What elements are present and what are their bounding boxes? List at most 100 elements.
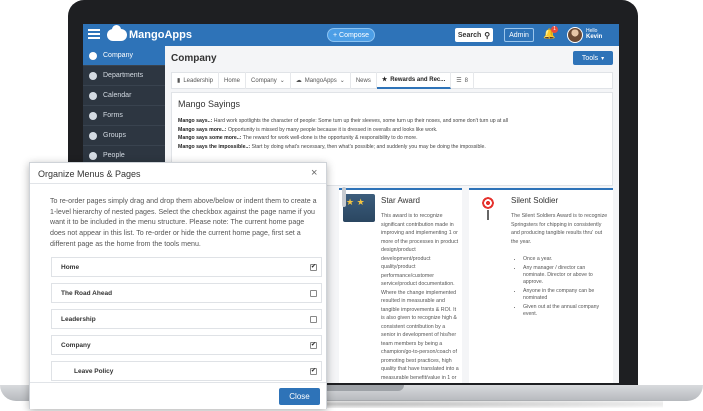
award-name: Star Award: [381, 196, 420, 205]
menu-row-label: Company: [61, 342, 91, 349]
search-icon: ⚲: [484, 30, 491, 40]
tools-button[interactable]: Tools ▾: [573, 51, 613, 65]
tab-label: News: [355, 77, 371, 84]
admin-button[interactable]: Admin: [504, 28, 534, 42]
logo-text: MangoApps: [129, 29, 192, 41]
target-icon: [473, 194, 505, 222]
tab-label: 8: [464, 77, 468, 84]
sidebar-item-company[interactable]: Company: [83, 46, 165, 66]
list-item: Given out at the annual company event.: [523, 304, 609, 318]
people-icon: [89, 151, 97, 160]
menu-row-road-ahead[interactable]: The Road Ahead: [51, 283, 322, 303]
include-checkbox[interactable]: ✔: [310, 368, 317, 375]
user-greeting[interactable]: Hello Kevin: [586, 28, 602, 40]
organize-menus-dialog: Organize Menus & Pages × To re-order pag…: [29, 162, 346, 409]
sidebar-item-calendar[interactable]: Calendar: [83, 86, 165, 106]
notification-badge: 1: [551, 26, 558, 33]
sidebar-item-groups[interactable]: Groups: [83, 126, 165, 146]
list-icon: ☰: [456, 78, 462, 84]
menu-row-leadership[interactable]: Leadership: [51, 309, 322, 329]
menu-row-label: The Road Ahead: [61, 290, 113, 297]
chevron-down-icon: ▾: [601, 55, 605, 62]
tab-label: Rewards and Rec...: [390, 76, 446, 83]
globe-icon: [89, 51, 97, 60]
tools-label: Tools: [581, 54, 599, 62]
tab-rewards[interactable]: ★ Rewards and Rec...: [376, 72, 452, 89]
saying-lead: Mango says more..:: [178, 126, 227, 133]
award-name: Silent Soldier: [511, 196, 559, 205]
sidebar-item-label: Groups: [103, 132, 126, 139]
groups-icon: [89, 131, 97, 140]
star-award-card: Star Award This award is to recognize si…: [339, 188, 462, 383]
tab-company[interactable]: Company ⌄: [246, 72, 291, 89]
award-criteria-list: Once a year. Any manager / director can …: [517, 256, 609, 320]
page-title: Company: [171, 53, 217, 64]
dialog-footer: Close: [30, 382, 326, 409]
trophy-icon: [343, 194, 375, 222]
saying-lead: Mango says some more..:: [178, 135, 242, 142]
menu-row-leave-policy[interactable]: Leave Policy ✔: [51, 361, 322, 381]
panel-title: Mango Sayings: [178, 99, 241, 109]
calendar-icon: [89, 91, 97, 100]
sidebar-item-forms[interactable]: Forms: [83, 106, 165, 126]
tab-more[interactable]: ☰ 8: [451, 72, 474, 89]
close-button[interactable]: Close: [279, 388, 320, 405]
tab-label: MangoApps: [304, 77, 337, 84]
list-item: Once a year.: [523, 256, 609, 263]
star-icon: ★: [381, 77, 388, 83]
search-label: Search: [457, 31, 482, 39]
departments-icon: [89, 71, 97, 80]
award-description: The Silent Soldiers Award is to recogniz…: [511, 213, 608, 245]
chevron-down-icon: ⌄: [279, 78, 285, 84]
dialog-scrollbar[interactable]: [342, 187, 346, 207]
sidebar-item-label: Calendar: [103, 92, 132, 99]
list-item: Any manager / director can nominate. Dir…: [523, 265, 609, 286]
top-navigation-bar: MangoApps + Compose Search ⚲ Admin 🔔 1 H…: [83, 24, 619, 46]
hamburger-menu-icon[interactable]: [88, 29, 100, 41]
sidebar-item-departments[interactable]: Departments: [83, 66, 165, 86]
include-checkbox[interactable]: ✔: [310, 342, 317, 349]
saying: Mango says the impossible..: Start by do…: [178, 143, 608, 152]
search-button[interactable]: Search ⚲: [455, 28, 493, 42]
sidebar-item-label: Company: [103, 52, 133, 59]
list-item: Anyone in the company can be nominated: [523, 288, 609, 302]
award-description: This award is to recognize significant c…: [381, 213, 459, 381]
menu-row-home[interactable]: Home ✔: [51, 257, 322, 277]
avatar[interactable]: [567, 27, 583, 43]
cloud-logo-icon: [107, 25, 127, 41]
include-checkbox[interactable]: ✔: [310, 264, 317, 271]
saying-text: Opportunity is missed by many people bec…: [226, 126, 438, 133]
app-logo[interactable]: MangoApps: [107, 25, 192, 43]
tab-leadership[interactable]: ▮ Leadership: [172, 72, 220, 89]
saying-text: Start by doing what's necessary, then wh…: [250, 143, 486, 150]
tab-home[interactable]: Home: [219, 72, 247, 89]
tab-label: Company: [251, 77, 277, 84]
saying-lead: Mango says..:: [178, 118, 213, 124]
sayings-list: Mango says..: Hard work spotlights the c…: [178, 117, 608, 151]
dialog-header: Organize Menus & Pages ×: [30, 163, 326, 184]
mango-icon: ☁: [295, 78, 302, 84]
menu-row-company[interactable]: Company ✔: [51, 335, 322, 355]
sidebar-item-label: People: [103, 152, 125, 159]
compose-button[interactable]: + Compose: [327, 28, 375, 42]
dialog-title: Organize Menus & Pages: [38, 169, 141, 179]
saying: Mango says..: Hard work spotlights the c…: [178, 117, 608, 126]
saying-lead: Mango says the impossible..:: [178, 143, 251, 150]
forms-icon: [89, 111, 97, 120]
sidebar-item-label: Departments: [103, 72, 144, 79]
saying-text: Hard work spotlights the character of pe…: [212, 118, 508, 124]
include-checkbox[interactable]: [310, 316, 317, 323]
book-icon: ▮: [177, 78, 181, 84]
tab-mangoapps[interactable]: ☁ MangoApps ⌄: [291, 72, 351, 89]
tab-news[interactable]: News: [351, 72, 377, 89]
tab-label: Leadership: [183, 77, 214, 84]
saying: Mango says some more..: The reward for w…: [178, 134, 608, 143]
include-checkbox[interactable]: [310, 290, 317, 297]
close-icon[interactable]: ×: [311, 167, 317, 179]
user-name: Kevin: [586, 34, 603, 40]
saying: Mango says more..: Opportunity is missed…: [178, 126, 608, 135]
tab-label: Home: [224, 77, 241, 84]
silent-soldier-card: Silent Soldier The Silent Soldiers Award…: [469, 188, 613, 383]
saying-text: The reward for work well-done is the opp…: [241, 135, 418, 142]
sidebar-item-label: Forms: [103, 112, 123, 119]
